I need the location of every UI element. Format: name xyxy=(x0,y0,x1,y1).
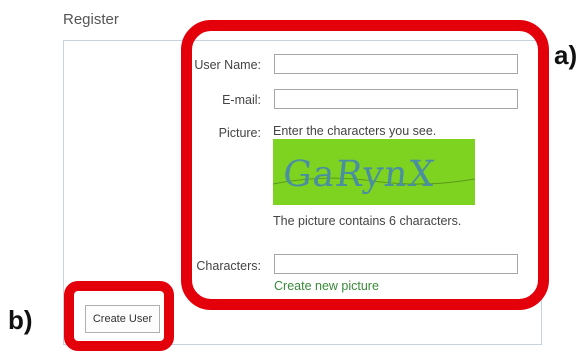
highlight-frame-b xyxy=(64,281,174,351)
annotation-marker-a: a) xyxy=(554,40,578,70)
page-title: Register xyxy=(63,11,119,28)
highlight-frame-a xyxy=(181,20,549,310)
annotation-marker-b: b) xyxy=(8,305,33,335)
